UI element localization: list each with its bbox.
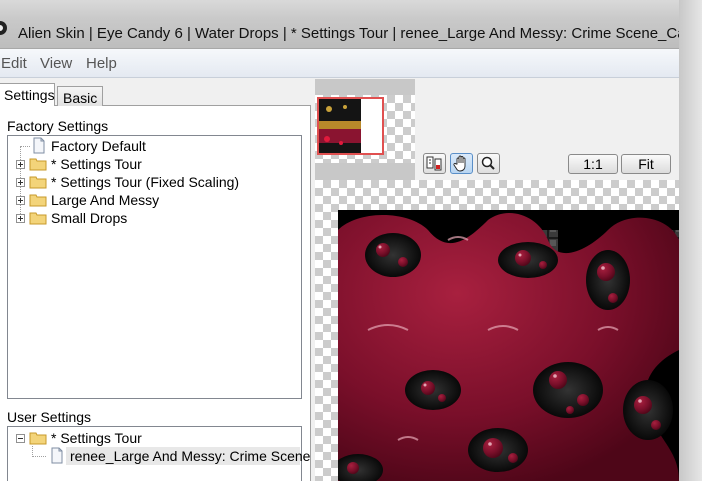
fit-button[interactable]: Fit [621,154,671,174]
menu-edit[interactable]: Edit [1,55,27,72]
title-bar: Alien Skin | Eye Candy 6 | Water Drops |… [0,0,679,49]
desktop-background-strip [679,0,702,481]
tree-item-renee-preset[interactable]: renee_Large And Messy: Crime Scene [8,447,310,465]
tree-item-label: Large And Messy [51,192,160,208]
tree-item-factory-default[interactable]: Factory Default [8,137,298,155]
expand-icon[interactable] [16,160,25,169]
navigator-header [315,79,415,95]
tree-item-label: * Settings Tour (Fixed Scaling) [51,174,240,190]
tree-item-label: renee_Large And Messy: Crime Scene [70,448,311,464]
preset-document-icon [51,447,63,464]
tree-item-label: * Settings Tour [51,430,142,446]
water-drops-preview [338,210,679,481]
expand-icon[interactable] [16,196,25,205]
factory-settings-heading: Factory Settings [7,118,109,134]
tab-settings[interactable]: Settings [0,83,55,106]
hand-icon [453,155,466,172]
app-icon [0,21,7,35]
folder-icon [29,176,47,189]
hand-tool-button[interactable] [450,153,473,174]
thumbnail-image [319,99,382,153]
tree-item-small-drops[interactable]: Small Drops [8,209,298,227]
menu-bar: Edit View Help [0,49,679,78]
zoom-tool-button[interactable] [477,153,500,174]
navigator-thumbnail[interactable] [317,97,384,155]
expand-icon[interactable] [16,214,25,223]
zoom-actual-size-button[interactable]: 1:1 [568,154,618,174]
navigator-footer [315,163,415,180]
expand-icon[interactable] [16,178,25,187]
tree-item-label: * Settings Tour [51,156,142,172]
user-settings-heading: User Settings [7,409,92,425]
folder-open-icon [29,432,47,445]
collapse-icon[interactable] [16,434,25,443]
desktop-edge [679,0,702,481]
tree-item-settings-tour-fixed[interactable]: * Settings Tour (Fixed Scaling) [8,173,298,191]
tree-item-label: Factory Default [51,138,146,154]
tree-item-label: Small Drops [51,210,128,226]
preview-image[interactable] [338,210,679,481]
toggle-preview-button[interactable] [423,153,446,174]
zoom-icon [481,156,495,170]
window-title: Alien Skin | Eye Candy 6 | Water Drops |… [18,25,679,42]
preset-document-icon [33,137,45,154]
tree-item-settings-tour[interactable]: * Settings Tour [8,155,298,173]
toggle-preview-icon [426,156,442,171]
folder-icon [29,158,47,171]
folder-icon [29,194,47,207]
factory-settings-tree[interactable]: Factory Default * Settings Tour * Settin… [7,135,302,399]
eye-candy-window: Alien Skin | Eye Candy 6 | Water Drops |… [0,0,679,481]
folder-icon [29,212,47,225]
tab-basic[interactable]: Basic [57,86,103,106]
tab-settings-label: Settings [4,87,55,103]
tab-basic-label: Basic [63,90,98,106]
tree-item-large-and-messy[interactable]: Large And Messy [8,191,298,209]
menu-help[interactable]: Help [86,55,117,72]
tree-item-user-settings-tour[interactable]: * Settings Tour [8,429,298,447]
user-settings-tree[interactable]: * Settings Tour renee_Large And Messy: C… [7,426,310,481]
menu-view[interactable]: View [40,55,72,72]
